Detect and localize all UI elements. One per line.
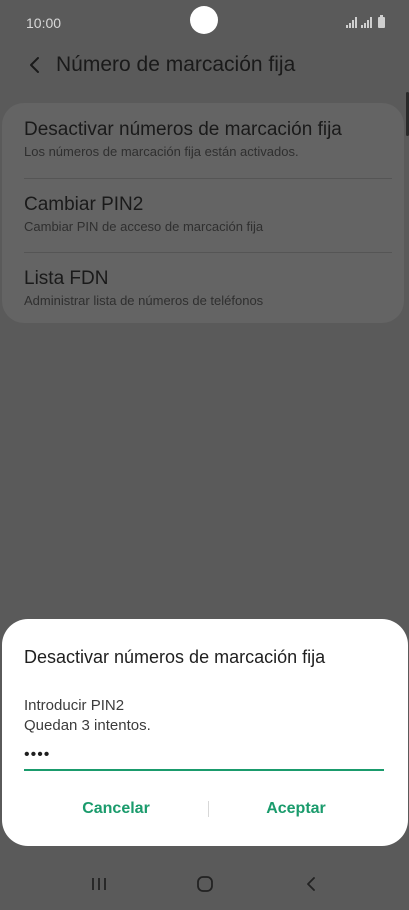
settings-card: Desactivar números de marcación fija Los… <box>2 103 404 323</box>
status-bar: 10:00 <box>0 0 409 46</box>
status-time: 10:00 <box>26 15 62 31</box>
signal-icon <box>346 17 357 28</box>
page-title: Número de marcación fija <box>56 53 296 76</box>
divider <box>24 178 392 179</box>
pin2-prompt: Introducir PIN2 <box>24 697 125 714</box>
chevron-left-icon <box>30 57 39 73</box>
setting-fdn-list[interactable]: Lista FDN Administrar lista de números d… <box>24 268 394 308</box>
navigation-bar <box>0 862 409 910</box>
setting-subtitle: Los números de marcación fija están acti… <box>24 144 299 159</box>
recent-apps-button[interactable] <box>74 862 124 906</box>
back-icon <box>307 877 315 891</box>
dialog-title: Desactivar números de marcación fija <box>24 647 326 667</box>
setting-change-pin2[interactable]: Cambiar PIN2 Cambiar PIN de acceso de ma… <box>24 194 394 234</box>
dialog-actions: Cancelar Aceptar <box>2 789 408 829</box>
setting-title: Desactivar números de marcación fija <box>24 119 342 140</box>
back-button[interactable] <box>20 50 50 80</box>
setting-subtitle: Cambiar PIN de acceso de marcación fija <box>24 219 264 234</box>
home-icon <box>197 876 213 892</box>
app-header: Número de marcación fija <box>0 44 409 88</box>
pin2-input[interactable] <box>24 741 384 771</box>
setting-title: Cambiar PIN2 <box>24 194 144 215</box>
setting-title: Lista FDN <box>24 268 109 289</box>
setting-subtitle: Administrar lista de números de teléfono… <box>24 293 264 308</box>
attempts-remaining: Quedan 3 intentos. <box>24 717 151 734</box>
status-icons <box>346 15 385 28</box>
divider <box>24 252 392 253</box>
phone-screen: 10:00 Número de marcación fija Desactiva… <box>0 0 409 910</box>
recent-apps-icon <box>92 878 106 890</box>
battery-icon <box>378 15 385 28</box>
cancel-button[interactable]: Cancelar <box>26 789 206 829</box>
back-nav-button[interactable] <box>286 862 336 906</box>
setting-deactivate-fdn[interactable]: Desactivar números de marcación fija Los… <box>24 119 394 159</box>
accept-button[interactable]: Aceptar <box>206 789 386 829</box>
signal-icon <box>361 17 372 28</box>
pin2-dialog: Desactivar números de marcación fija Int… <box>2 619 408 846</box>
home-button[interactable] <box>180 862 230 906</box>
camera-cutout <box>190 6 218 34</box>
